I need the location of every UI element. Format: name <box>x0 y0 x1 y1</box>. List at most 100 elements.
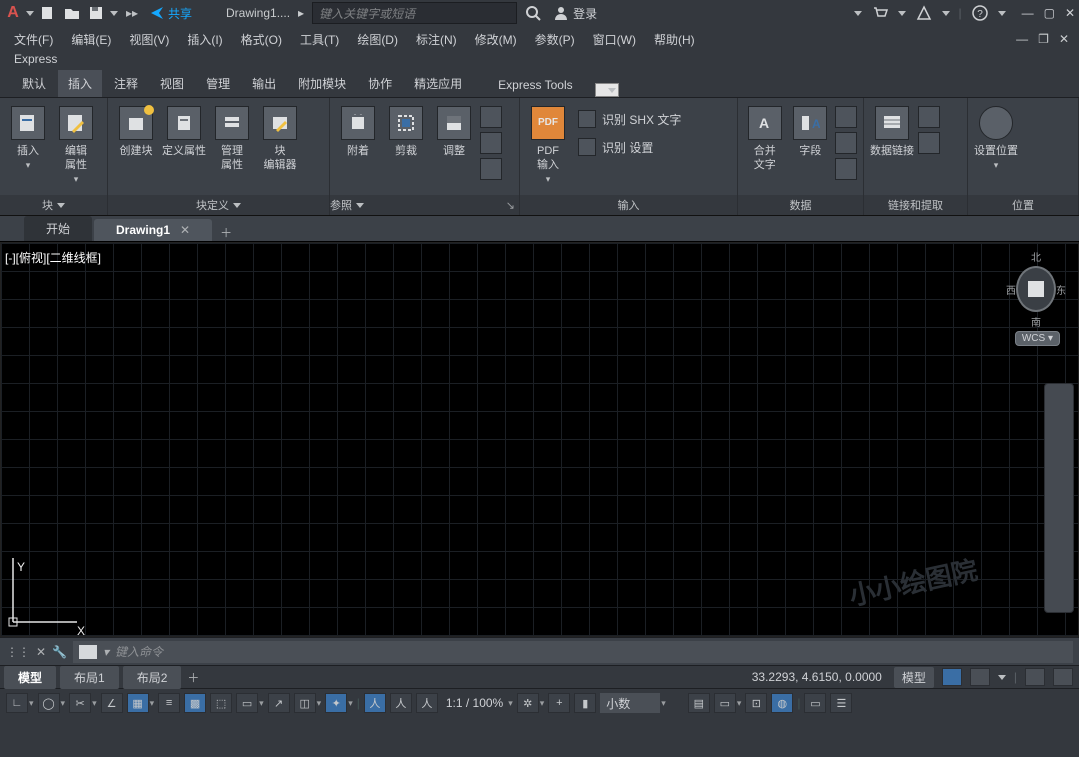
osnap[interactable]: ▦ <box>127 693 149 713</box>
gear-button[interactable]: ✲ <box>517 693 539 713</box>
menu-4[interactable]: 格式(O) <box>241 31 282 48</box>
close-button[interactable]: ✕ <box>1065 6 1075 20</box>
panel-block-expand[interactable] <box>57 203 65 208</box>
attach-button[interactable]: 附着 <box>336 102 380 158</box>
add-layout-button[interactable]: ＋ <box>187 669 199 686</box>
tab-drawing1[interactable]: Drawing1✕ <box>94 219 212 241</box>
doc-caret-icon[interactable]: ▸ <box>298 6 304 20</box>
ribbon-focus-toggle[interactable] <box>595 83 619 97</box>
command-input[interactable]: ▾ 键入命令 <box>73 641 1073 663</box>
cmd-customize-icon[interactable]: 🔧 <box>52 645 67 659</box>
ref-mini-3[interactable] <box>480 158 502 180</box>
space-toggle[interactable]: 模型 <box>894 667 934 688</box>
data-mini-1[interactable] <box>918 106 940 128</box>
save-icon[interactable] <box>86 3 106 23</box>
login-dropdown[interactable] <box>854 11 862 16</box>
cart-icon[interactable] <box>870 3 890 23</box>
monitor-toggle[interactable]: ▭ <box>714 693 736 713</box>
panel-ref-expand[interactable] <box>356 203 364 208</box>
menu-1[interactable]: 编辑(E) <box>71 31 111 48</box>
app-logo[interactable]: A <box>4 4 22 22</box>
recognize-shx-button[interactable]: 识别 SHX 文字 <box>574 108 685 130</box>
dynamic-ucs[interactable]: ⬚ <box>210 693 232 713</box>
search-icon[interactable] <box>523 5 543 21</box>
grid-display[interactable]: ◯ <box>38 693 60 713</box>
ribbon-tab-9[interactable]: Express Tools <box>488 73 582 97</box>
menu-9[interactable]: 参数(P) <box>535 31 575 48</box>
menu-11[interactable]: 帮助(H) <box>654 31 695 48</box>
osnap-tracking[interactable]: ▩ <box>184 693 206 713</box>
data-mini-2[interactable] <box>918 132 940 154</box>
insert-block-button[interactable]: 插入 <box>6 102 50 172</box>
panel-ref-launcher[interactable]: ↘ <box>506 199 515 212</box>
express-menu[interactable]: Express <box>0 52 1079 72</box>
cmd-close-icon[interactable]: ✕ <box>36 645 46 659</box>
autodesk-icon[interactable] <box>914 3 934 23</box>
status-menu-dd[interactable] <box>998 675 1006 680</box>
ribbon-tab-5[interactable]: 输出 <box>242 70 286 97</box>
edit-attributes-button[interactable]: 编辑 属性 <box>54 102 98 186</box>
units-select[interactable]: 小数 <box>600 693 660 713</box>
mdi-close-button[interactable]: ✕ <box>1059 32 1069 46</box>
menu-2[interactable]: 视图(V) <box>129 31 169 48</box>
menu-10[interactable]: 窗口(W) <box>593 31 636 48</box>
manage-attributes-button[interactable]: 管理 属性 <box>210 102 254 172</box>
set-location-button[interactable]: 设置位置 <box>974 102 1018 172</box>
ribbon-tab-0[interactable]: 默认 <box>12 70 56 97</box>
block-editor-button[interactable]: 块 编辑器 <box>258 102 302 172</box>
drawing-viewport[interactable]: [-][俯视][二维线框] 北 西 东 南 WCS ▾ 小小绘图院 YX <box>0 242 1079 637</box>
autodesk-dropdown[interactable] <box>942 11 950 16</box>
3d-osnap[interactable]: ≡ <box>158 693 180 713</box>
layout-tab-1[interactable]: 布局1 <box>60 666 119 689</box>
snap-mode[interactable]: ∟ <box>6 693 28 713</box>
new-icon[interactable] <box>38 3 58 23</box>
viewport-label[interactable]: [-][俯视][二维线框] <box>5 249 101 266</box>
ref-mini-1[interactable] <box>480 106 502 128</box>
isolate-objects[interactable]: ⊡ <box>745 693 767 713</box>
annotation-scale[interactable]: 1:1 / 100% <box>442 696 507 710</box>
text-mini-3[interactable] <box>835 158 857 180</box>
menu-7[interactable]: 标注(N) <box>416 31 457 48</box>
field-button[interactable]: A字段 <box>790 102 832 158</box>
share-button[interactable]: 共享 <box>150 5 192 22</box>
pdf-import-button[interactable]: PDFPDF 输入 <box>526 102 570 186</box>
navigation-bar[interactable] <box>1044 383 1074 613</box>
data-link-button[interactable]: 数据链接 <box>870 102 914 158</box>
customize-status[interactable]: ☰ <box>830 693 852 713</box>
create-block-button[interactable]: 创建块 <box>114 102 158 158</box>
close-tab-icon[interactable]: ✕ <box>180 223 190 237</box>
ribbon-tab-1[interactable]: 插入 <box>58 70 102 97</box>
status-extra-1[interactable] <box>1025 668 1045 686</box>
dynamic-input[interactable]: ▭ <box>236 693 258 713</box>
adjust-button[interactable]: 调整 <box>432 102 476 158</box>
transparency[interactable]: ◫ <box>294 693 316 713</box>
maximize-button[interactable]: ▢ <box>1044 6 1055 20</box>
polar-tracking[interactable]: ∠ <box>101 693 123 713</box>
menu-6[interactable]: 绘图(D) <box>357 31 398 48</box>
layout-tab-0[interactable]: 模型 <box>4 666 56 689</box>
plus-button[interactable]: + <box>548 693 570 713</box>
ribbon-tab-4[interactable]: 管理 <box>196 70 240 97</box>
menu-0[interactable]: 文件(F) <box>14 31 53 48</box>
panel-blockdef-expand[interactable] <box>233 203 241 208</box>
lineweight[interactable]: ↗ <box>268 693 290 713</box>
ribbon-tab-2[interactable]: 注释 <box>104 70 148 97</box>
viewcube[interactable]: 北 西 东 南 <box>1006 249 1066 329</box>
clean-screen[interactable]: ▭ <box>804 693 826 713</box>
clip-button[interactable]: 剪裁 <box>384 102 428 158</box>
ribbon-tab-6[interactable]: 附加模块 <box>288 70 356 97</box>
status-menu[interactable] <box>970 668 990 686</box>
new-tab-button[interactable]: ＋ <box>214 224 238 241</box>
ribbon-tab-7[interactable]: 协作 <box>358 70 402 97</box>
ribbon-tab-8[interactable]: 精选应用 <box>404 70 472 97</box>
recognize-settings-button[interactable]: 识别 设置 <box>574 136 685 158</box>
arrow-right-icon[interactable]: ▸▸ <box>122 3 142 23</box>
iso-1[interactable]: 人 <box>364 693 386 713</box>
login-button[interactable]: 登录 <box>553 5 597 22</box>
status-extra-2[interactable] <box>1053 668 1073 686</box>
ortho-mode[interactable]: ✂ <box>69 693 91 713</box>
qat-dropdown[interactable] <box>26 11 34 16</box>
search-input[interactable]: 键入关键字或短语 <box>312 2 517 24</box>
menu-3[interactable]: 插入(I) <box>187 31 222 48</box>
ref-mini-2[interactable] <box>480 132 502 154</box>
